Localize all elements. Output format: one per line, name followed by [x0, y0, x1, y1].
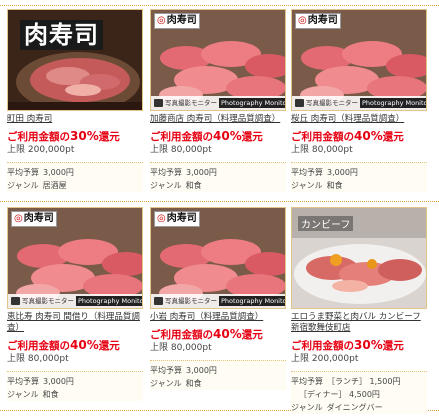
reward-rate: ご利用金額の40%還元: [150, 129, 263, 143]
reward-rate: ご利用金額の30%還元: [291, 338, 404, 352]
restaurant-photo[interactable]: ◎肉寿司 写真撮影モニター Photography Monitor: [7, 207, 143, 309]
restaurant-info: 平均予算 3,000円 ジャンル 和食: [291, 162, 427, 192]
restaurant-logo: ◎肉寿司: [295, 13, 341, 29]
restaurant-card[interactable]: ◎肉寿司 写真撮影モニター Photography Monitor 桜丘 肉寿司（…: [291, 9, 427, 192]
restaurant-info: 平均予算 3,000円 ジャンル 和食: [7, 371, 143, 401]
reward-rate: ご利用金額の40%還元: [7, 338, 120, 352]
restaurant-logo: ◎肉寿司: [154, 211, 200, 227]
row-divider-middle: [0, 201, 439, 202]
restaurant-photo[interactable]: ◎肉寿司 写真撮影モニター Photography Monitor: [150, 207, 286, 309]
restaurant-info: 平均予算 ［ランチ］ 1,500円 ［ディナー］ 4,500円 ジャンル ダイニング…: [291, 371, 427, 414]
restaurant-photo[interactable]: カンビーフ: [291, 207, 427, 309]
restaurant-name-link[interactable]: 加藤商店 肉寿司（料理品質調査）: [150, 114, 286, 125]
restaurant-card[interactable]: ◎肉寿司 写真撮影モニター Photography Monitor 恵比寿 肉寿司…: [7, 207, 143, 401]
image-title: 肉寿司: [20, 20, 103, 50]
restaurant-info: 平均予算 3,000円 ジャンル 和食: [150, 162, 286, 192]
photo-monitor-badge: 写真撮影モニター Photography Monitor: [292, 96, 426, 110]
restaurant-photo[interactable]: 肉寿司: [7, 9, 143, 111]
restaurant-logo: ◎肉寿司: [154, 13, 200, 29]
point-limit: 上限 200,000pt: [7, 145, 75, 155]
photo-monitor-badge: 写真撮影モニター Photography Monitor: [151, 96, 285, 110]
restaurant-card[interactable]: カンビーフ エロうま野菜と肉バル カンビーフ 新宿歌舞伎町店 ご利用金額の30%…: [291, 207, 427, 414]
restaurant-photo[interactable]: ◎肉寿司 写真撮影モニター Photography Monitor: [291, 9, 427, 111]
point-limit: 上限 80,000pt: [150, 343, 212, 353]
image-title: カンビーフ: [298, 216, 354, 231]
restaurant-card[interactable]: ◎肉寿司 写真撮影モニター Photography Monitor 小岩 肉寿司（…: [150, 207, 286, 390]
restaurant-card[interactable]: 肉寿司 町田 肉寿司 ご利用金額の30%還元 上限 200,000pt 平均予算…: [7, 9, 143, 192]
row-divider-top: [0, 5, 439, 6]
restaurant-photo[interactable]: ◎肉寿司 写真撮影モニター Photography Monitor: [150, 9, 286, 111]
camera-icon: [154, 297, 163, 305]
restaurant-logo: ◎肉寿司: [11, 211, 57, 227]
point-limit: 上限 200,000pt: [291, 354, 359, 364]
camera-icon: [11, 297, 20, 305]
restaurant-name-link[interactable]: エロうま野菜と肉バル カンビーフ 新宿歌舞伎町店: [291, 312, 427, 334]
restaurant-name-link[interactable]: 小岩 肉寿司（料理品質調査）: [150, 312, 286, 323]
restaurant-name-link[interactable]: 桜丘 肉寿司（料理品質調査）: [291, 114, 427, 125]
reward-rate: ご利用金額の30%還元: [7, 129, 120, 143]
point-limit: 上限 80,000pt: [150, 145, 212, 155]
camera-icon: [295, 99, 304, 107]
reward-rate: ご利用金額の40%還元: [291, 129, 404, 143]
point-limit: 上限 80,000pt: [291, 145, 353, 155]
restaurant-info: 平均予算 3,000円 ジャンル 居酒屋: [7, 162, 143, 192]
restaurant-card[interactable]: ◎肉寿司 写真撮影モニター Photography Monitor 加藤商店 肉寿…: [150, 9, 286, 192]
reward-rate: ご利用金額の40%還元: [150, 327, 263, 341]
camera-icon: [154, 99, 163, 107]
restaurant-name-link[interactable]: 町田 肉寿司: [7, 114, 143, 125]
photo-monitor-badge: 写真撮影モニター Photography Monitor: [151, 294, 285, 308]
point-limit: 上限 80,000pt: [7, 354, 69, 364]
photo-monitor-badge: 写真撮影モニター Photography Monitor: [8, 294, 142, 308]
restaurant-info: 平均予算 3,000円 ジャンル 和食: [150, 360, 286, 390]
restaurant-name-link[interactable]: 恵比寿 肉寿司 間借り（料理品質調査）: [7, 312, 143, 334]
